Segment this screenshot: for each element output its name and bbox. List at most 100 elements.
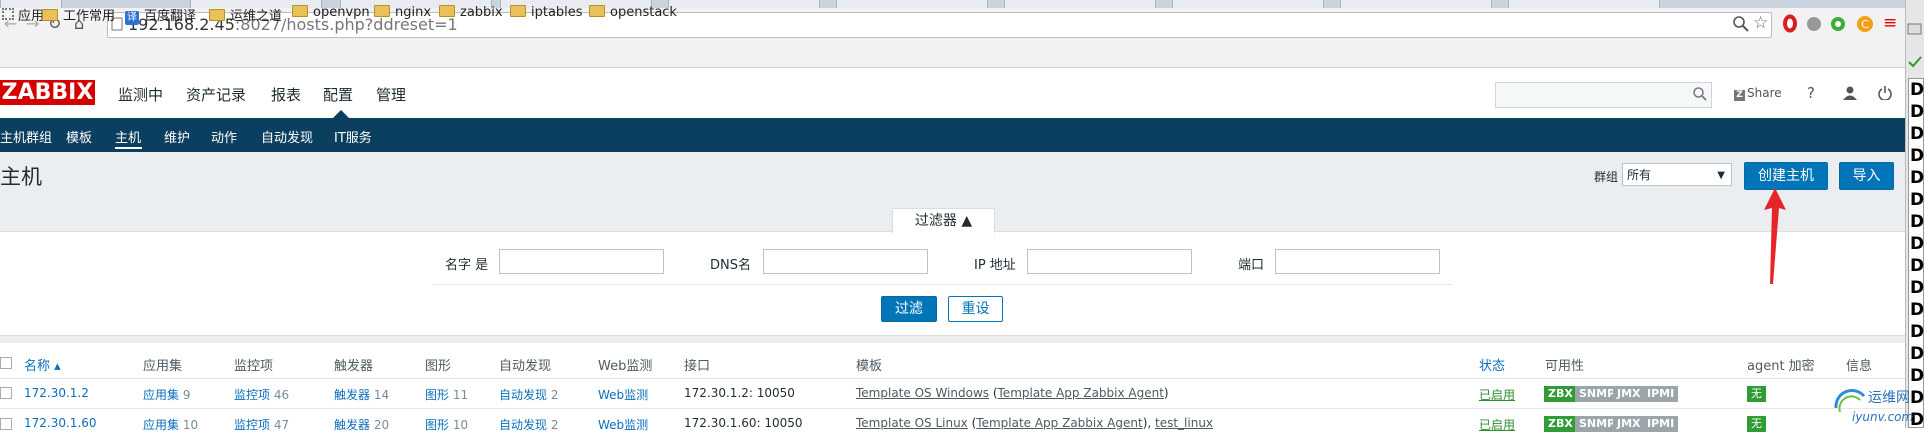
status-enabled-toggle[interactable]: 已启用	[1479, 386, 1515, 403]
bookmark-apps[interactable]: 应用	[2, 5, 44, 24]
status-enabled-toggle[interactable]: 已启用	[1479, 416, 1515, 433]
discovery-link[interactable]: 自动发现 2	[499, 386, 558, 403]
availability-ipmi-badge: IPMI	[1643, 386, 1679, 402]
filter-reset-button[interactable]: 重设	[948, 296, 1003, 322]
availability-zbx-badge: ZBX	[1544, 386, 1577, 402]
items-link[interactable]: 监控项 46	[234, 386, 289, 403]
page-title: 主机	[0, 165, 42, 189]
encryption-none-badge: 无	[1747, 386, 1766, 402]
row-checkbox[interactable]	[0, 418, 12, 430]
col-templates-header: 模板	[856, 359, 883, 374]
adblock-icon[interactable]	[1782, 14, 1798, 33]
template-link[interactable]: Template OS Windows	[856, 386, 989, 400]
import-button[interactable]: 导入	[1839, 162, 1894, 190]
extension-orange-icon[interactable]: C	[1856, 15, 1874, 33]
menu-monitoring[interactable]: 监测中	[118, 84, 163, 105]
side-letter: D	[1910, 344, 1924, 364]
col-status-header[interactable]: 状态	[1479, 355, 1505, 374]
host-name-link[interactable]: 172.30.1.2	[24, 386, 89, 400]
availability-jmx-badge: JMX	[1613, 386, 1645, 402]
graphs-link[interactable]: 图形 11	[425, 386, 468, 403]
filter-apply-button[interactable]: 过滤	[881, 296, 937, 322]
side-letter: D	[1910, 190, 1924, 210]
menu-reports[interactable]: 报表	[271, 84, 301, 105]
filter-name-input[interactable]	[499, 249, 664, 274]
submenu-maintenance[interactable]: 维护	[164, 127, 190, 146]
extension-green-icon[interactable]	[1830, 16, 1846, 32]
filter-ip-input[interactable]	[1027, 249, 1192, 274]
header-divider	[0, 378, 1924, 379]
bookmark-folder[interactable]: zabbix	[439, 5, 503, 20]
share-link[interactable]: Z Share	[1734, 86, 1782, 101]
side-letter: D	[1910, 300, 1924, 320]
bookmark-folder[interactable]: openstack	[589, 5, 677, 20]
menu-icon[interactable]: ≡	[1883, 13, 1897, 33]
row-checkbox[interactable]	[0, 387, 12, 399]
group-select[interactable]: 所有 ▼	[1622, 163, 1732, 186]
browser-tab-strip	[0, 0, 1905, 9]
filter-divider	[433, 284, 1452, 285]
zabbix-logo[interactable]: ZABBIX	[0, 80, 95, 105]
watermark-text: 运维网	[1868, 390, 1910, 406]
submenu-hosts[interactable]: 主机	[115, 127, 141, 146]
submenu-actions[interactable]: 动作	[211, 127, 237, 146]
web-link[interactable]: Web监测	[598, 416, 648, 433]
submenu-it-services[interactable]: IT服务	[334, 127, 372, 146]
logout-icon[interactable]	[1878, 86, 1892, 100]
bookmark-star-icon[interactable]: ☆	[1753, 13, 1768, 33]
side-letter: D	[1910, 102, 1924, 122]
col-info-header: 信息	[1846, 359, 1873, 374]
applications-link[interactable]: 应用集 9	[143, 386, 190, 403]
bookmark-folder[interactable]: 运维之道	[209, 5, 282, 24]
bookmark-folder[interactable]: nginx	[374, 5, 431, 20]
filter-port-input[interactable]	[1275, 249, 1440, 274]
active-submenu-underline	[115, 147, 142, 149]
side-letter: D	[1910, 124, 1924, 144]
global-search-input[interactable]	[1495, 82, 1712, 108]
col-items-header: 监控项	[234, 359, 274, 374]
col-availability-header: 可用性	[1545, 359, 1585, 374]
side-letter: D	[1910, 256, 1924, 276]
folder-icon	[589, 5, 605, 17]
create-host-button[interactable]: 创建主机	[1744, 162, 1828, 190]
col-apps-header: 应用集	[143, 359, 183, 374]
folder-icon	[292, 5, 308, 17]
triggers-link[interactable]: 触发器 20	[334, 416, 389, 433]
template-link[interactable]: Template App Zabbix Agent	[998, 386, 1164, 400]
svg-text:C: C	[1861, 18, 1869, 31]
profile-icon[interactable]	[1843, 86, 1857, 100]
submenu-templates[interactable]: 模板	[66, 127, 92, 146]
submenu-hostgroups[interactable]: 主机群组	[0, 127, 52, 146]
menu-administration[interactable]: 管理	[376, 84, 406, 105]
menu-configuration[interactable]: 配置	[323, 84, 353, 105]
submenu-discovery[interactable]: 自动发现	[261, 127, 313, 146]
filter-name-label: 名字 是	[445, 258, 489, 273]
discovery-link[interactable]: 自动发现 2	[499, 416, 558, 433]
bookmark-folder[interactable]: 工作常用	[42, 5, 115, 24]
bookmarks-bar	[0, 41, 1905, 68]
side-app-icon	[1907, 23, 1922, 35]
bookmark-folder[interactable]: openvpn	[292, 5, 370, 20]
folder-icon	[42, 9, 58, 21]
graphs-link[interactable]: 图形 10	[425, 416, 468, 433]
bookmark-link[interactable]: 译百度翻译	[125, 5, 196, 25]
web-link[interactable]: Web监测	[598, 386, 648, 403]
search-icon[interactable]	[1693, 87, 1707, 101]
select-all-checkbox[interactable]	[0, 357, 12, 369]
help-icon[interactable]: ?	[1807, 84, 1815, 102]
filter-dns-input[interactable]	[763, 249, 928, 274]
filter-toggle-tab[interactable]: 过滤器 ▲	[892, 208, 995, 233]
zoom-icon[interactable]	[1733, 16, 1749, 32]
filter-ip-label: IP 地址	[974, 258, 1016, 273]
side-letter: D	[1910, 234, 1924, 254]
filter-port-label: 端口	[1238, 258, 1265, 273]
col-discovery-header: 自动发现	[499, 359, 552, 374]
items-link[interactable]: 监控项 47	[234, 416, 289, 433]
extension-icon[interactable]	[1806, 16, 1822, 32]
applications-link[interactable]: 应用集 10	[143, 416, 198, 433]
col-triggers-header: 触发器	[334, 359, 374, 374]
triggers-link[interactable]: 触发器 14	[334, 386, 389, 403]
col-name-header[interactable]: 名称 ▴	[24, 355, 61, 374]
bookmark-folder[interactable]: iptables	[510, 5, 583, 20]
menu-inventory[interactable]: 资产记录	[186, 84, 246, 105]
